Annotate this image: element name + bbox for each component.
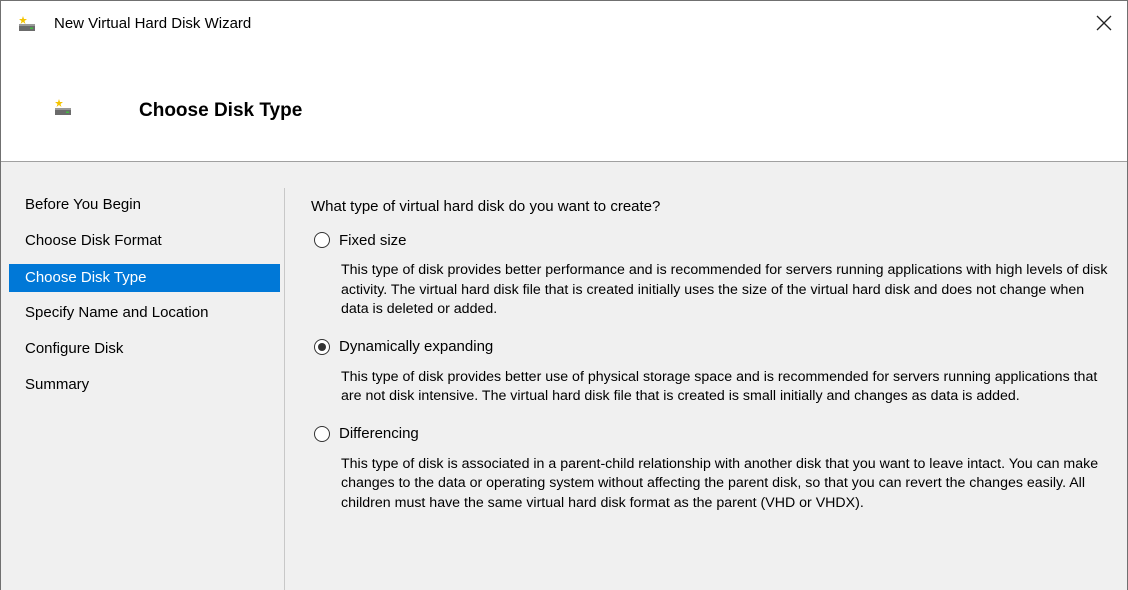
nav-item-summary[interactable]: Summary [9, 368, 280, 404]
differencing-radio[interactable] [314, 425, 330, 442]
differencing-radio-row[interactable]: Differencing [311, 423, 1111, 445]
nav-item-configure-disk[interactable]: Configure Disk [9, 332, 280, 368]
close-icon [1096, 15, 1112, 31]
disk-type-question: What type of virtual hard disk do you wa… [311, 198, 661, 215]
differencing-label[interactable]: Differencing [339, 425, 419, 442]
dynamically-expanding-radio[interactable] [314, 338, 330, 355]
nav-item-before-you-begin[interactable]: Before You Begin [9, 188, 280, 224]
nav-item-choose-disk-type[interactable]: Choose Disk Type [9, 264, 280, 292]
fixed-size-radio[interactable] [314, 232, 330, 248]
option-differencing: Differencing This type of disk is associ… [311, 423, 1111, 514]
wizard-window: New Virtual Hard Disk Wizard Choose Disk… [0, 0, 1128, 590]
option-dynamically-expanding: Dynamically expanding This type of disk … [311, 336, 1111, 407]
disk-type-panel: What type of virtual hard disk do you wa… [311, 198, 1111, 513]
nav-divider [284, 188, 285, 590]
dynamically-expanding-label[interactable]: Dynamically expanding [339, 338, 493, 355]
virtual-disk-icon [17, 15, 37, 33]
nav-item-specify-name-and-location[interactable]: Specify Name and Location [9, 296, 280, 332]
dynamically-expanding-radio-row[interactable]: Dynamically expanding [311, 336, 1111, 358]
fixed-size-label[interactable]: Fixed size [339, 232, 407, 249]
title-bar: New Virtual Hard Disk Wizard [1, 1, 1127, 45]
fixed-size-radio-row[interactable]: Fixed size [311, 229, 1111, 251]
fixed-size-description: This type of disk provides better perfor… [341, 262, 1108, 317]
dynamically-expanding-description: This type of disk provides better use of… [341, 368, 1098, 405]
wizard-steps-nav: Before You Begin Choose Disk Format Choo… [9, 188, 280, 404]
differencing-description: This type of disk is associated in a par… [341, 455, 1099, 511]
page-title: Choose Disk Type [139, 100, 303, 121]
nav-item-choose-disk-format[interactable]: Choose Disk Format [9, 224, 280, 260]
close-button[interactable] [1081, 1, 1127, 45]
option-fixed-size: Fixed size This type of disk provides be… [311, 229, 1111, 320]
wizard-header: Choose Disk Type [1, 45, 1127, 162]
window-title: New Virtual Hard Disk Wizard [54, 15, 252, 32]
radio-selected-dot [318, 342, 326, 351]
virtual-disk-icon [53, 97, 73, 117]
wizard-body: Before You Begin Choose Disk Format Choo… [1, 162, 1127, 590]
